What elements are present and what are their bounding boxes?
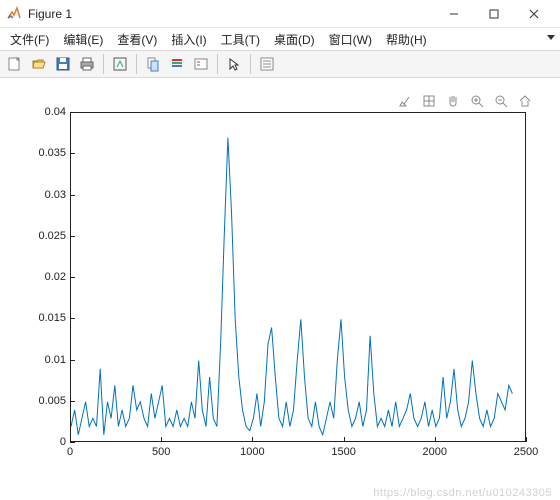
menu-help[interactable]: 帮助(H) (380, 29, 433, 50)
figure-canvas: 0 0.005 0.01 0.015 0.02 0.025 0.03 0.035 0.04 0 50… (0, 78, 560, 500)
axes[interactable]: 0 0.005 0.01 0.015 0.02 0.025 0.03 0.035 0.04 0 50… (18, 108, 542, 482)
menu-window[interactable]: 窗口(W) (323, 29, 378, 50)
menu-desktop[interactable]: 桌面(D) (268, 29, 321, 50)
toolbar (0, 50, 560, 78)
xtick-mark (70, 437, 71, 442)
property-button[interactable] (256, 53, 278, 75)
ytick-mark (70, 442, 75, 443)
plot-area[interactable] (70, 112, 526, 442)
ytick-mark (70, 112, 75, 113)
xtick-label: 0 (67, 446, 73, 458)
ytick-label: 0.005 (22, 395, 66, 407)
xtick-mark (344, 437, 345, 442)
export-button[interactable] (109, 53, 131, 75)
xtick-label: 1500 (331, 446, 355, 458)
print-button[interactable] (76, 53, 98, 75)
line-series (71, 113, 527, 443)
legend-button[interactable] (190, 53, 212, 75)
xtick-mark (161, 437, 162, 442)
toolbar-separator (250, 54, 251, 74)
matlab-icon (6, 6, 22, 22)
colorbar-button[interactable] (166, 53, 188, 75)
xtick-mark (435, 437, 436, 442)
ytick-mark (70, 153, 75, 154)
open-button[interactable] (28, 53, 50, 75)
pointer-button[interactable] (223, 53, 245, 75)
toolbar-separator (103, 54, 104, 74)
window-controls (434, 0, 554, 28)
ytick-label: 0.04 (22, 106, 66, 118)
linked-plot-button[interactable] (142, 53, 164, 75)
close-button[interactable] (514, 0, 554, 28)
new-figure-button[interactable] (4, 53, 26, 75)
xtick-label: 1000 (240, 446, 264, 458)
ytick-label: 0.01 (22, 354, 66, 366)
xtick-label: 2500 (514, 446, 538, 458)
ytick-label: 0.03 (22, 189, 66, 201)
ytick-label: 0.02 (22, 271, 66, 283)
ytick-label: 0.035 (22, 147, 66, 159)
ytick-mark (70, 236, 75, 237)
ytick-mark (70, 277, 75, 278)
minimize-button[interactable] (434, 0, 474, 28)
save-button[interactable] (52, 53, 74, 75)
menu-overflow-icon[interactable] (546, 32, 556, 46)
toolbar-separator (217, 54, 218, 74)
menu-file[interactable]: 文件(F) (4, 29, 55, 50)
watermark-text: https://blog.csdn.net/u010243305 (373, 487, 552, 499)
menu-tools[interactable]: 工具(T) (215, 29, 266, 50)
maximize-button[interactable] (474, 0, 514, 28)
ytick-mark (70, 360, 75, 361)
xtick-label: 500 (152, 446, 170, 458)
xtick-mark (252, 437, 253, 442)
ytick-label: 0.015 (22, 312, 66, 324)
toolbar-separator (136, 54, 137, 74)
ytick-mark (70, 318, 75, 319)
menu-edit[interactable]: 编辑(E) (57, 29, 109, 50)
ytick-label: 0.025 (22, 230, 66, 242)
ytick-mark (70, 195, 75, 196)
xtick-mark (526, 437, 527, 442)
menu-view[interactable]: 查看(V) (111, 29, 163, 50)
menu-bar: 文件(F) 编辑(E) 查看(V) 插入(I) 工具(T) 桌面(D) 窗口(W… (0, 28, 560, 50)
ytick-label: 0 (22, 436, 66, 448)
menu-insert[interactable]: 插入(I) (165, 29, 212, 50)
window-title: Figure 1 (28, 7, 434, 21)
xtick-label: 2000 (423, 446, 447, 458)
title-bar: Figure 1 (0, 0, 560, 28)
ytick-mark (70, 401, 75, 402)
